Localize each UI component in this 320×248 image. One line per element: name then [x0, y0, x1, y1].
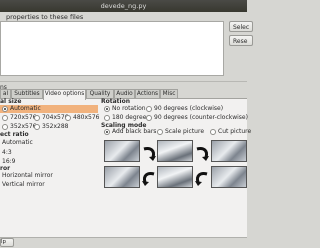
vertical-mirror-checkbox[interactable]: Vertical mirror	[2, 181, 45, 188]
rotation-heading: Rotation	[101, 98, 130, 105]
window-titlebar: devede_ng.py	[0, 0, 247, 12]
rotation-90cw-label: 90 degrees (clockwise)	[154, 105, 224, 112]
files-heading: properties to these files	[6, 13, 84, 21]
rotate-arrow-icon	[143, 147, 156, 161]
rotation-180-radio[interactable]	[104, 115, 110, 121]
final-size-720x576-radio[interactable]	[2, 115, 8, 121]
section-divider	[0, 81, 247, 82]
rotation-90ccw-label: 90 degrees (counter-clockwise)	[154, 114, 248, 121]
final-size-automatic-radio[interactable]	[2, 106, 8, 112]
final-size-480x576-label: 480x576	[73, 114, 100, 121]
rotation-180-label: 180 degrees	[112, 114, 150, 121]
bottom-bar	[0, 237, 247, 248]
scaling-scale-picture-radio[interactable]	[157, 129, 163, 135]
preview-black-bars-image	[104, 166, 140, 188]
preview-rotated-image	[157, 140, 193, 162]
scaling-black-bars-label: Add black bars	[112, 128, 157, 135]
rotation-none-radio[interactable]	[104, 106, 110, 112]
rotate-arrow-icon	[142, 172, 155, 186]
scaling-black-bars-radio[interactable]	[104, 129, 110, 135]
mirror-heading: ror	[0, 165, 11, 172]
preview-cut-image	[211, 166, 247, 188]
horizontal-mirror-checkbox[interactable]: Horizontal mirror	[2, 172, 53, 179]
reset-button[interactable]: Rese	[229, 35, 253, 46]
final-size-automatic-label: Automatic	[10, 105, 41, 112]
preview-scale-image	[157, 166, 193, 188]
window-title: devede_ng.py	[100, 2, 147, 10]
rotate-arrow-icon	[195, 172, 208, 186]
rotation-none-label: No rotation	[112, 105, 146, 112]
scaling-scale-picture-label: Scale picture	[165, 128, 205, 135]
rotate-arrow-icon	[196, 147, 209, 161]
scaling-cut-picture-radio[interactable]	[210, 129, 216, 135]
rotation-90cw-radio[interactable]	[146, 106, 152, 112]
aspect-ratio-heading: ect ratio	[0, 131, 29, 138]
aspect-ratio-automatic[interactable]: Automatic	[2, 139, 33, 146]
tab-video-options[interactable]: Video options	[43, 89, 86, 100]
final-size-heading: al size	[0, 98, 22, 105]
select-button[interactable]: Selec	[229, 21, 253, 32]
final-size-352x576-radio[interactable]	[2, 124, 8, 130]
preview-original-image	[104, 140, 140, 162]
final-size-704x576-radio[interactable]	[34, 115, 40, 121]
help-button[interactable]: lp	[0, 238, 14, 247]
aspect-ratio-4-3[interactable]: 4:3	[2, 149, 12, 156]
preview-scaled-image	[211, 140, 247, 162]
final-size-352x576-label: 352x576	[10, 123, 37, 130]
final-size-352x288-radio[interactable]	[34, 124, 40, 130]
final-size-480x576-radio[interactable]	[65, 115, 71, 121]
final-size-352x288-label: 352x288	[42, 123, 69, 130]
scaling-cut-picture-label: Cut picture	[218, 128, 252, 135]
final-size-720x576-label: 720x576	[10, 114, 37, 121]
rotation-90ccw-radio[interactable]	[146, 115, 152, 121]
aspect-ratio-16-9[interactable]: 16:9	[2, 158, 15, 165]
file-list[interactable]	[0, 21, 224, 76]
